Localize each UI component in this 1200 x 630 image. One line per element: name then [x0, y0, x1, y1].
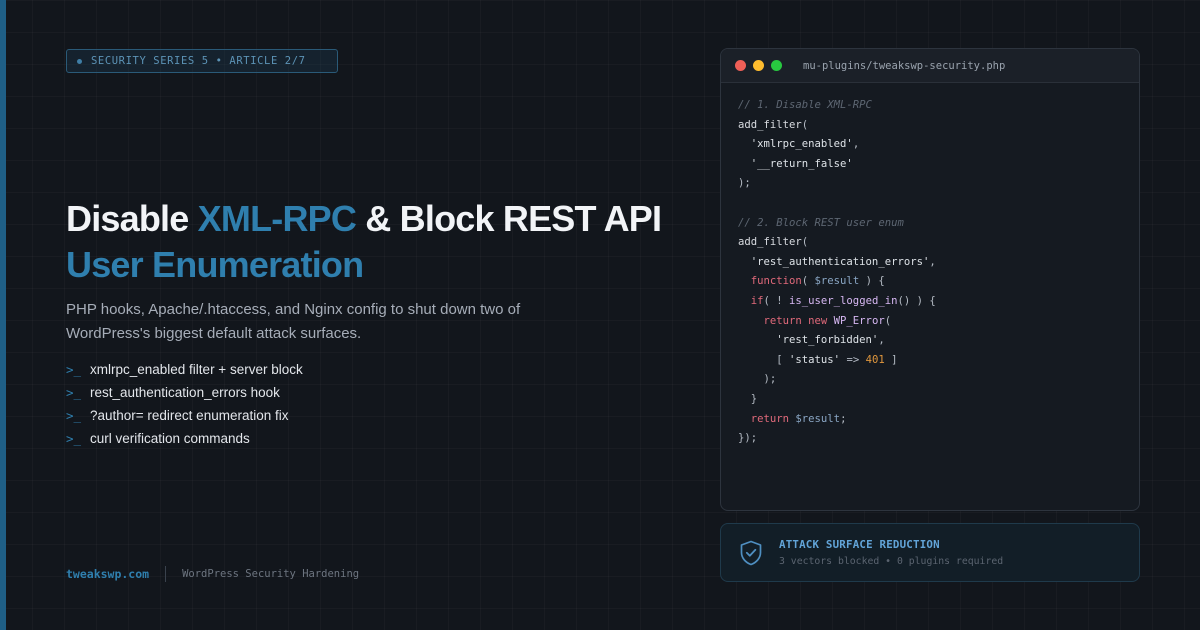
code-token: , — [878, 334, 885, 347]
code-token: is_user_logged_in — [789, 294, 898, 307]
footer-tagline: WordPress Security Hardening — [182, 568, 360, 580]
code-token: add_filter — [738, 236, 802, 249]
code-line: [ 'status' => 401 ] — [738, 351, 1139, 371]
attack-surface-card: ATTACK SURFACE REDUCTION 3 vectors block… — [720, 523, 1140, 582]
footer-divider — [165, 566, 167, 582]
code-line: } — [738, 390, 1139, 410]
title-line2: User Enumeration — [66, 244, 364, 285]
code-token: ( — [801, 236, 809, 249]
title-part2: & Block REST API — [356, 198, 662, 239]
code-line: if( ! is_user_logged_in() ) { — [738, 292, 1139, 312]
code-line: // 2. Block REST user enum — [738, 214, 1139, 234]
code-line: add_filter( — [738, 233, 1139, 253]
badge-text: SECURITY SERIES 5 • ARTICLE 2/7 — [91, 55, 306, 67]
code-window: mu-plugins/tweakswp-security.php // 1. D… — [720, 48, 1140, 511]
description: PHP hooks, Apache/.htaccess, and Nginx c… — [66, 301, 521, 342]
code-token: ; — [840, 412, 847, 425]
terminal-prompt-icon: >_ — [66, 385, 82, 400]
code-token: => — [840, 353, 866, 366]
code-token: , — [852, 138, 860, 151]
code-token: return new — [738, 314, 834, 327]
code-token: return — [738, 412, 796, 425]
code-token: }); — [738, 432, 758, 445]
code-line: ); — [738, 370, 1139, 390]
code-token: 'xmlrpc_enabled' — [738, 138, 853, 151]
code-token: '__return_false' — [738, 157, 853, 170]
code-token: // 1. Disable XML-RPC — [738, 99, 872, 111]
code-token: if — [738, 294, 764, 307]
code-token: // 2. Block REST user enum — [738, 216, 904, 229]
code-window-titlebar: mu-plugins/tweakswp-security.php — [721, 49, 1139, 83]
code-token: ] — [884, 353, 898, 366]
title-highlight: XML-RPC — [197, 198, 357, 239]
maximize-dot-icon[interactable] — [771, 60, 782, 71]
shield-check-icon — [740, 540, 762, 565]
feature-text: ?author= redirect enumeration fix — [90, 408, 289, 423]
code-token: () ) { — [897, 294, 936, 307]
code-token: 'status' — [789, 353, 841, 366]
code-line: 'rest_forbidden', — [738, 331, 1139, 351]
feature-item: >_ curl verification commands — [66, 427, 303, 450]
code-line: function( $result ) { — [738, 272, 1139, 292]
code-token: ) { — [859, 275, 885, 288]
code-line: // 1. Disable XML-RPC — [738, 96, 1139, 116]
code-token: ( — [801, 275, 815, 288]
minimize-dot-icon[interactable] — [753, 60, 764, 71]
feature-item: >_ xmlrpc_enabled filter + server block — [66, 358, 303, 381]
series-badge: SECURITY SERIES 5 • ARTICLE 2/7 — [66, 49, 338, 73]
code-line: return new WP_Error( — [738, 312, 1139, 332]
code-body: // 1. Disable XML-RPC add_filter( 'xmlrpc… — [721, 83, 1139, 449]
terminal-prompt-icon: >_ — [66, 431, 82, 446]
code-token: } — [738, 392, 758, 405]
code-token: function — [738, 275, 802, 288]
code-token: [ — [738, 353, 790, 366]
terminal-prompt-icon: >_ — [66, 408, 82, 423]
code-line: '__return_false' — [738, 155, 1139, 175]
code-line: 'rest_authentication_errors', — [738, 253, 1139, 273]
badge-dot-icon — [77, 58, 82, 64]
footer: tweakswp.com WordPress Security Hardenin… — [66, 566, 359, 582]
code-line: return $result; — [738, 410, 1139, 430]
site-link[interactable]: tweakswp.com — [66, 567, 149, 581]
feature-text: rest_authentication_errors hook — [90, 385, 280, 400]
code-token: , — [929, 255, 936, 268]
page-title: Disable XML-RPC & Block REST API User En… — [66, 196, 686, 288]
code-token: $result — [795, 412, 841, 425]
code-token: ( — [801, 118, 809, 131]
feature-item: >_ rest_authentication_errors hook — [66, 381, 303, 404]
feature-list: >_ xmlrpc_enabled filter + server block >… — [66, 358, 303, 450]
code-token: 'rest_forbidden' — [738, 334, 879, 347]
code-line: ); — [738, 174, 1139, 194]
code-line: add_filter( — [738, 116, 1139, 136]
code-filename: mu-plugins/tweakswp-security.php — [803, 59, 1006, 72]
code-line: 'xmlrpc_enabled', — [738, 135, 1139, 155]
code-token: $result — [814, 275, 860, 288]
feature-item: >_ ?author= redirect enumeration fix — [66, 404, 303, 427]
code-token: ); — [738, 373, 777, 386]
code-line: }); — [738, 429, 1139, 449]
left-accent-bar — [0, 0, 6, 630]
terminal-prompt-icon: >_ — [66, 362, 82, 377]
surface-card-title: ATTACK SURFACE REDUCTION — [779, 538, 940, 551]
close-dot-icon[interactable] — [735, 60, 746, 71]
feature-text: xmlrpc_enabled filter + server block — [90, 362, 303, 377]
code-token: ); — [738, 177, 751, 190]
code-token: add_filter — [738, 118, 802, 131]
code-token: ( — [884, 314, 892, 327]
code-token: 'rest_authentication_errors' — [738, 255, 930, 268]
code-token: ( ! — [763, 294, 790, 307]
code-token: 401 — [865, 353, 885, 366]
feature-text: curl verification commands — [90, 431, 250, 446]
code-token: WP_Error — [833, 314, 885, 327]
title-part1: Disable — [66, 198, 198, 239]
surface-card-subtitle: 3 vectors blocked • 0 plugins required — [779, 556, 1004, 567]
